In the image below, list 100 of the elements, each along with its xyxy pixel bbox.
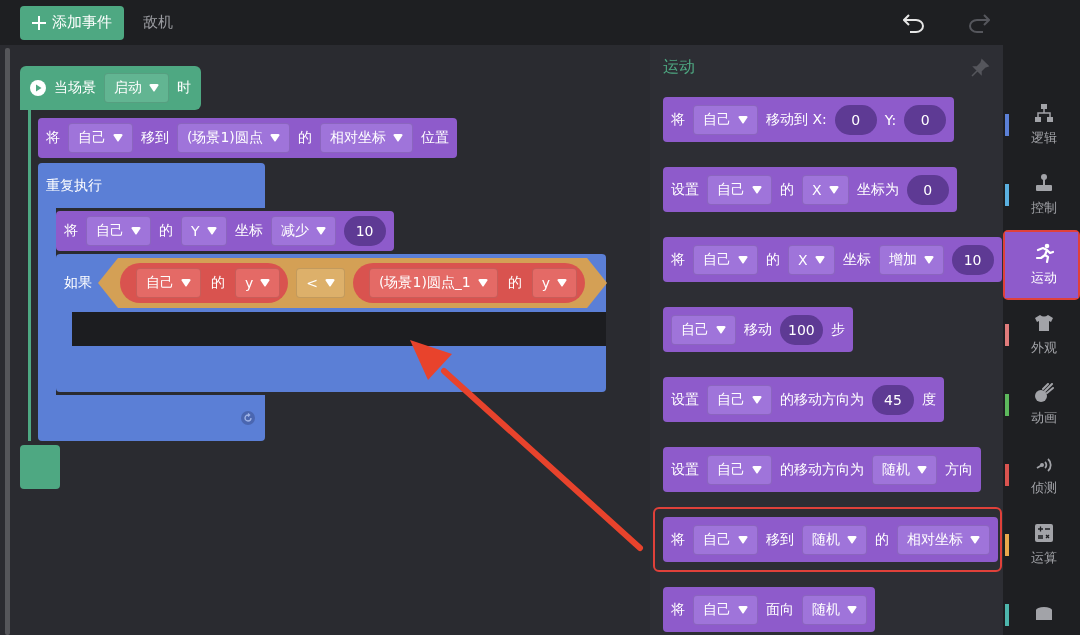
if-block[interactable]: 如果 自己 的 y < (场景1)圆点_1 的 y bbox=[56, 254, 606, 312]
dropdown[interactable]: 自己 bbox=[707, 174, 772, 205]
block-label: 移到 bbox=[141, 129, 169, 147]
dropdown[interactable]: 相对坐标 bbox=[319, 123, 413, 153]
dropdown[interactable]: 自己 bbox=[693, 104, 758, 135]
dropdown[interactable]: y bbox=[531, 268, 578, 298]
dropdown[interactable]: 随机 bbox=[802, 594, 867, 625]
block-label: 时 bbox=[177, 79, 191, 97]
dropdown[interactable]: 自己 bbox=[136, 268, 201, 298]
caret-icon bbox=[477, 279, 488, 287]
loop-block[interactable]: 重复执行 bbox=[38, 163, 265, 208]
scrollbar[interactable] bbox=[5, 48, 10, 635]
dropdown[interactable]: 随机 bbox=[872, 454, 937, 485]
block-label: 将 bbox=[46, 129, 60, 147]
caret-icon bbox=[315, 227, 326, 235]
block-label: 设置 bbox=[671, 180, 699, 199]
dropdown[interactable]: 自己 bbox=[68, 123, 133, 153]
block-label: 的移动方向为 bbox=[780, 390, 864, 409]
caret-icon bbox=[716, 325, 726, 334]
sprite-tab[interactable]: 敌机 bbox=[143, 13, 173, 32]
dropdown[interactable]: 自己 bbox=[86, 216, 151, 246]
statement-block[interactable]: 将 自己 移到 (场景1)圆点 的 相对坐标 位置 bbox=[38, 118, 457, 158]
caret-icon bbox=[131, 227, 141, 235]
statement-block[interactable]: 设置 自己 的 X 坐标为 0 bbox=[663, 167, 957, 212]
dropdown[interactable]: 自己 bbox=[693, 244, 758, 275]
number-input[interactable]: 45 bbox=[872, 384, 914, 415]
dropdown[interactable]: < bbox=[296, 268, 346, 298]
statement-block[interactable]: 将 自己 面向 随机 bbox=[663, 587, 875, 632]
number-input[interactable]: 0 bbox=[904, 104, 947, 135]
number-input[interactable]: 10 bbox=[343, 216, 386, 246]
statement-block[interactable]: 将 自己 的 Y 坐标 减少 10 bbox=[56, 211, 394, 251]
caret-icon bbox=[917, 465, 927, 474]
block-label: 重复执行 bbox=[46, 176, 102, 195]
runner-icon bbox=[1033, 243, 1054, 263]
dropdown[interactable]: X bbox=[802, 174, 849, 205]
category-label: 动画 bbox=[1030, 409, 1057, 427]
dropdown[interactable]: (场景1)圆点_1 bbox=[369, 268, 498, 298]
block-label: 的 bbox=[211, 274, 225, 292]
dropdown[interactable]: 自己 bbox=[671, 314, 736, 345]
dropdown[interactable]: Y bbox=[181, 216, 227, 246]
dropdown[interactable]: 自己 bbox=[693, 594, 758, 625]
dropdown[interactable]: X bbox=[788, 244, 835, 275]
block-label: 位置 bbox=[420, 129, 449, 147]
block-label: 面向 bbox=[766, 600, 794, 619]
pin-icon[interactable] bbox=[970, 57, 990, 78]
add-event-button[interactable]: 添加事件 bbox=[20, 5, 124, 40]
category-tab[interactable]: 逻辑 bbox=[1005, 92, 1078, 158]
block-label: 移动到 X: bbox=[766, 110, 827, 129]
dropdown[interactable]: 相对坐标 bbox=[897, 524, 990, 555]
reporter-block[interactable]: 自己 的 y bbox=[120, 263, 289, 303]
undo-icon[interactable] bbox=[903, 12, 925, 33]
dropdown[interactable]: 减少 bbox=[270, 216, 336, 246]
category-tab[interactable]: 运动 bbox=[1005, 232, 1078, 298]
block-label: 坐标 bbox=[234, 222, 263, 240]
category-tab[interactable]: 侦测 bbox=[1005, 442, 1078, 508]
dropdown[interactable]: 随机 bbox=[802, 524, 867, 555]
joystick-icon bbox=[1033, 173, 1054, 193]
statement-block[interactable]: 将 自己 移到 随机 的 相对坐标 bbox=[663, 517, 998, 562]
number-input[interactable]: 0 bbox=[834, 104, 877, 135]
statement-block[interactable]: 将 自己 移动到 X: 0 Y: 0 bbox=[663, 97, 955, 142]
dropdown[interactable]: (场景1)圆点 bbox=[177, 123, 290, 153]
statement-block[interactable]: 自己 移动 100 步 bbox=[663, 307, 853, 352]
caret-icon bbox=[738, 115, 748, 124]
number-input[interactable]: 10 bbox=[951, 244, 994, 275]
number-input[interactable]: 100 bbox=[780, 314, 823, 345]
category-tab[interactable]: 控制 bbox=[1005, 162, 1078, 228]
block-label: 当场景 bbox=[54, 79, 96, 97]
plus-icon bbox=[32, 15, 46, 30]
dropdown[interactable]: 自己 bbox=[693, 524, 758, 555]
category-tab[interactable]: 运算 bbox=[1005, 512, 1078, 578]
category-tab[interactable]: 动画 bbox=[1005, 372, 1078, 438]
block-label: 将 bbox=[671, 530, 685, 549]
block-label: 设置 bbox=[671, 460, 699, 479]
block-label: 的移动方向为 bbox=[780, 460, 864, 479]
condition-block[interactable]: 自己 的 y < (场景1)圆点_1 的 y bbox=[98, 258, 608, 308]
dropdown[interactable]: 启动 bbox=[104, 73, 169, 103]
caret-icon bbox=[181, 279, 191, 287]
event-block[interactable]: 当场景 启动 时 bbox=[20, 66, 201, 110]
block-label: 步 bbox=[830, 320, 845, 339]
reporter-block[interactable]: (场景1)圆点_1 的 y bbox=[353, 263, 586, 303]
caret-icon bbox=[752, 395, 762, 404]
dropdown[interactable]: 增加 bbox=[878, 244, 944, 275]
statement-block[interactable]: 将 自己 的 X 坐标 增加 10 bbox=[663, 237, 1002, 282]
dropdown[interactable]: y bbox=[235, 268, 281, 298]
loop-icon bbox=[241, 411, 255, 425]
block-label: 度 bbox=[922, 390, 936, 409]
dropdown[interactable]: 自己 bbox=[707, 384, 772, 415]
statement-block[interactable]: 设置 自己 的移动方向为 45 度 bbox=[663, 377, 944, 422]
category-tab[interactable]: 外观 bbox=[1005, 302, 1078, 368]
caret-icon bbox=[814, 255, 825, 264]
dropdown[interactable]: 自己 bbox=[707, 454, 772, 485]
statement-block[interactable]: 设置 自己 的移动方向为 随机 方向 bbox=[663, 447, 981, 492]
block-label: 移动 bbox=[744, 320, 772, 339]
number-input[interactable]: 0 bbox=[906, 174, 949, 205]
caret-icon bbox=[149, 84, 159, 92]
block-label: 的 bbox=[780, 180, 794, 199]
block-label: 的 bbox=[766, 250, 780, 269]
block-label: 坐标为 bbox=[856, 180, 899, 199]
block-label: Y: bbox=[884, 111, 897, 128]
block-label: 的 bbox=[507, 274, 522, 292]
